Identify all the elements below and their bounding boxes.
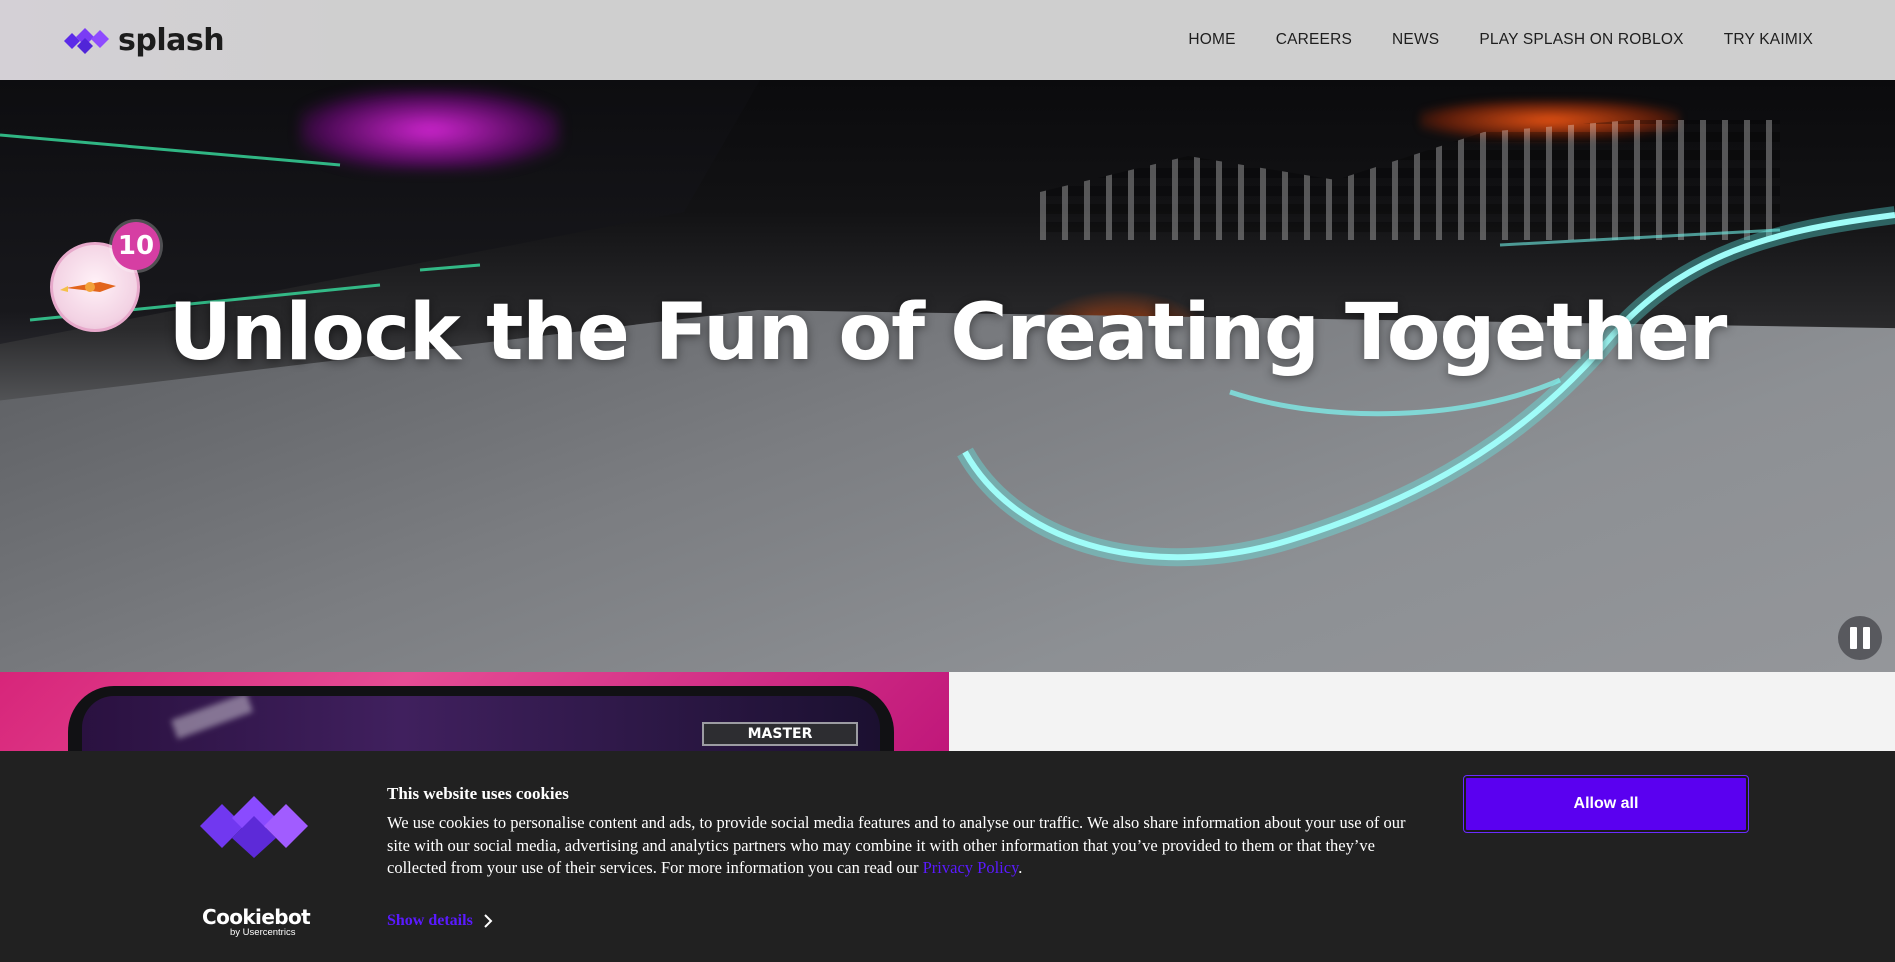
screen-glint xyxy=(170,696,254,740)
nav-try-kaimix[interactable]: TRY KAIMIX xyxy=(1724,31,1813,49)
content-panel xyxy=(949,672,1895,752)
hero-video: Unlock the Fun of Creating Together 10 xyxy=(0,80,1895,672)
cookie-diamonds-logo xyxy=(200,796,308,858)
promo-section: MASTER xyxy=(0,672,949,752)
site-header: splash HOME CAREERS NEWS PLAY SPLASH ON … xyxy=(0,0,1895,80)
nav-play-roblox[interactable]: PLAY SPLASH ON ROBLOX xyxy=(1479,31,1683,49)
cookie-text-main: We use cookies to personalise content an… xyxy=(387,813,1406,877)
cookiebot-brand: Cookiebot by Usercentrics xyxy=(202,905,311,938)
nav-careers[interactable]: CAREERS xyxy=(1276,31,1352,49)
main-nav: HOME CAREERS NEWS PLAY SPLASH ON ROBLOX … xyxy=(1188,31,1813,49)
cookie-title: This website uses cookies xyxy=(387,784,569,803)
show-details-label: Show details xyxy=(387,912,473,929)
pause-icon-bar xyxy=(1863,627,1870,649)
phone-screen: MASTER xyxy=(82,696,880,752)
allow-all-button[interactable]: Allow all xyxy=(1463,775,1749,833)
privacy-policy-link[interactable]: Privacy Policy xyxy=(923,858,1019,877)
chevron-right-icon xyxy=(484,914,493,928)
promo-tag: MASTER xyxy=(702,722,858,746)
pause-button[interactable] xyxy=(1838,616,1882,660)
nav-news[interactable]: NEWS xyxy=(1392,31,1439,49)
pause-icon xyxy=(1850,627,1857,649)
badge-count: 10 xyxy=(112,222,160,270)
show-details-button[interactable]: Show details xyxy=(387,912,493,930)
splash-logo[interactable]: splash xyxy=(64,22,225,58)
logo-wordmark: splash xyxy=(118,22,225,58)
splash-logo-icon xyxy=(64,28,109,54)
phone-mockup: MASTER xyxy=(68,686,894,752)
nav-home[interactable]: HOME xyxy=(1188,31,1235,49)
cookiebot-name: Cookiebot xyxy=(202,905,311,929)
hero-title: Unlock the Fun of Creating Together xyxy=(168,288,1728,378)
rocket-icon xyxy=(60,282,116,292)
cookie-text: We use cookies to personalise content an… xyxy=(387,812,1422,880)
cookiebot-sub: by Usercentrics xyxy=(230,927,296,938)
cookie-text-end: . xyxy=(1018,858,1023,877)
